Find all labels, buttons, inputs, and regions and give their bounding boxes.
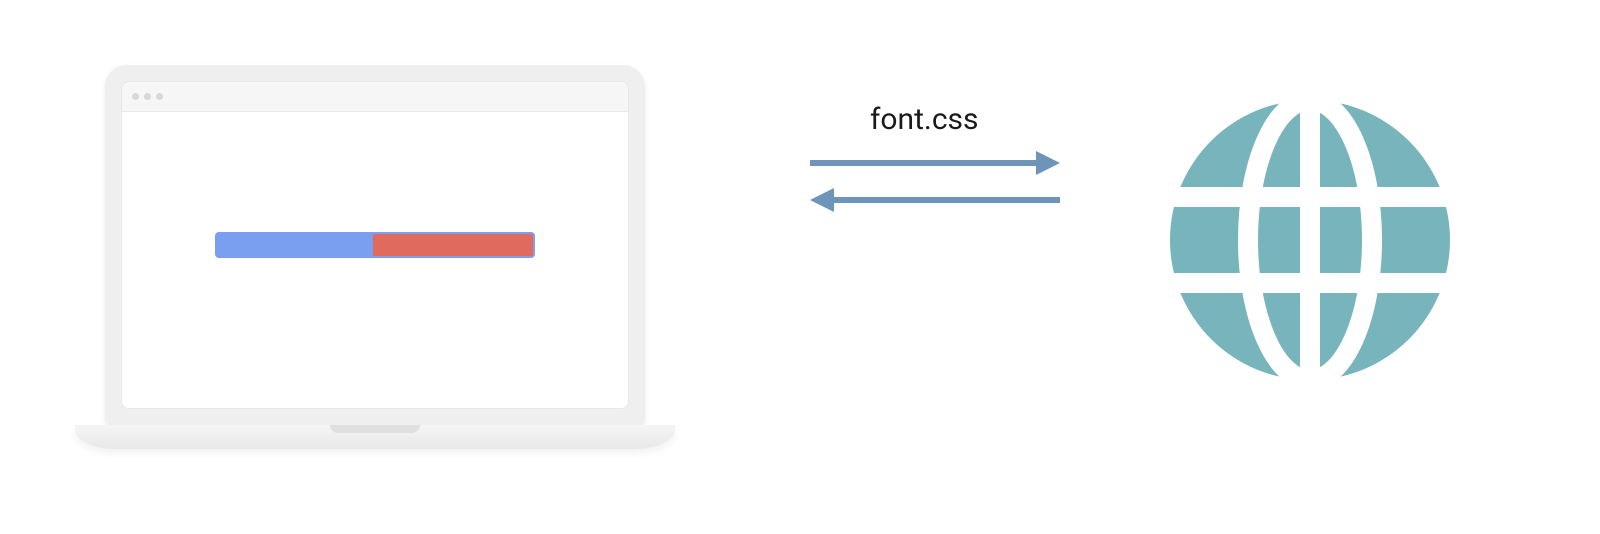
traffic-light-dot-icon (156, 93, 163, 100)
traffic-light-dot-icon (144, 93, 151, 100)
arrow-left-icon (810, 184, 1060, 216)
globe-icon (1160, 90, 1460, 394)
browser-viewport (122, 112, 628, 408)
loading-bar-remaining (373, 234, 533, 256)
font-loading-diagram: font.css (0, 0, 1600, 534)
traffic-light-dot-icon (132, 93, 139, 100)
loading-bar (215, 232, 535, 258)
browser-window (121, 81, 629, 409)
browser-title-bar (122, 82, 628, 112)
request-label: font.css (870, 102, 979, 137)
laptop-screen-bezel (105, 65, 645, 425)
laptop-hinge-notch (330, 425, 420, 433)
laptop-base (75, 425, 675, 449)
laptop-icon (105, 65, 645, 449)
arrow-right-icon (810, 147, 1060, 179)
